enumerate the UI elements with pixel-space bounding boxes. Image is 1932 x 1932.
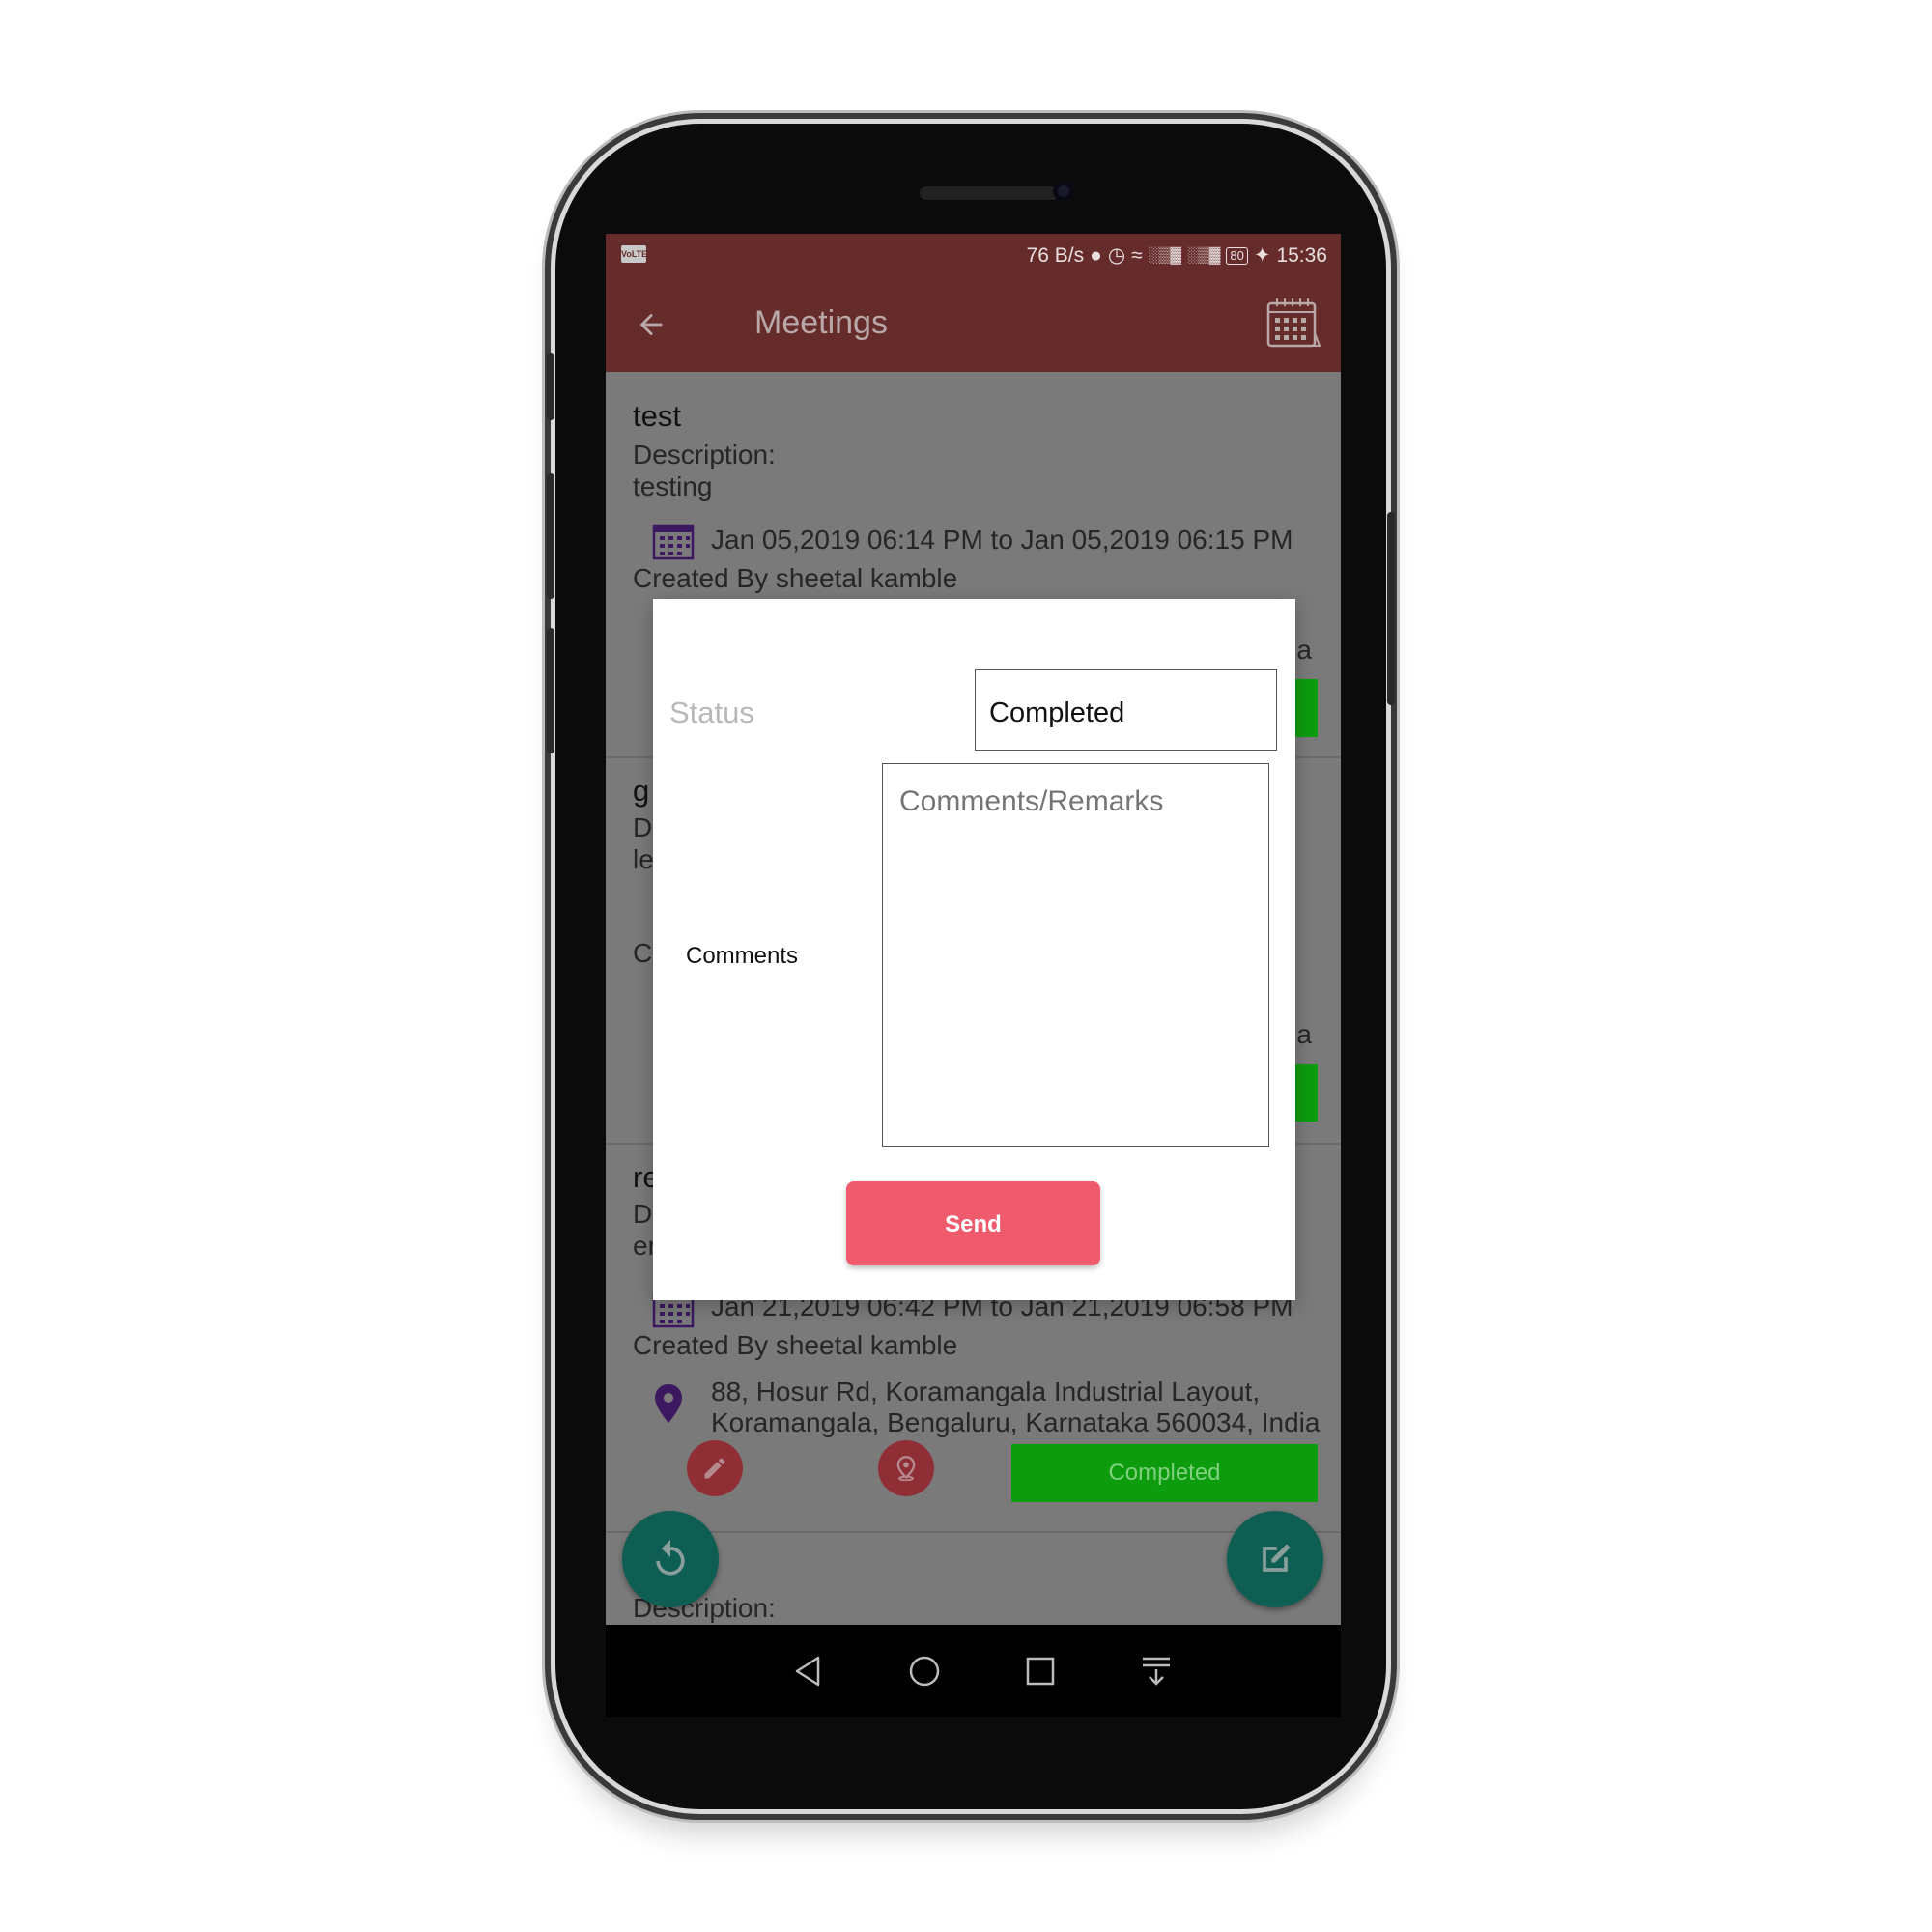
- refresh-icon: [656, 1539, 685, 1576]
- status-bar: VoLTE 76 B/s ● ◷ ≈ ░▒▓ ░▒▓ 80 ✦ 15:36: [606, 234, 1341, 275]
- signal-icon: ░▒▓: [1187, 246, 1221, 264]
- nav-notifications-icon[interactable]: [1137, 1652, 1176, 1690]
- created-by: C: [633, 938, 653, 968]
- wifi-icon: ≈: [1131, 243, 1143, 267]
- meeting-date-range: Jan 05,2019 06:14 PM to Jan 05,2019 06:1…: [711, 525, 1293, 554]
- created-by: Created By sheetal kamble: [633, 1330, 958, 1360]
- address-partial: a: [1296, 1019, 1312, 1049]
- description-label: Description:: [633, 440, 776, 469]
- address-partial: a: [1296, 635, 1312, 665]
- refresh-button[interactable]: [622, 1511, 719, 1607]
- phone-side-button: [1387, 512, 1395, 705]
- page-title: Meetings: [754, 304, 888, 341]
- status-label: Status: [669, 696, 754, 729]
- send-button[interactable]: Send: [846, 1181, 1100, 1265]
- nav-recents-icon[interactable]: [1021, 1652, 1060, 1690]
- net-speed: 76 B/s: [1026, 243, 1085, 267]
- arrow-left-icon[interactable]: [635, 308, 668, 341]
- description-value: testing: [633, 471, 713, 501]
- created-by: Created By sheetal kamble: [633, 563, 958, 593]
- compose-button[interactable]: [1227, 1511, 1323, 1607]
- location-pin-icon: [896, 1456, 916, 1482]
- comments-label: Comments: [686, 943, 799, 969]
- system-nav-bar: [606, 1625, 1341, 1717]
- volte-icon: VoLTE: [621, 245, 647, 263]
- phone-camera: [1053, 181, 1074, 202]
- clock: 15:36: [1276, 243, 1327, 267]
- phone-side-button: [547, 473, 554, 599]
- description-label: D: [633, 812, 653, 842]
- alarm-icon: ◷: [1107, 244, 1126, 267]
- battery-icon: 80: [1226, 246, 1248, 265]
- description-label: D: [633, 1199, 653, 1229]
- location-button[interactable]: [878, 1440, 934, 1496]
- nav-home-icon[interactable]: [905, 1652, 944, 1690]
- address-line: Koramangala, Bengaluru, Karnataka 560034…: [711, 1407, 1321, 1437]
- status-dropdown[interactable]: Completed: [975, 669, 1277, 751]
- phone-side-button: [547, 628, 554, 753]
- edit-button[interactable]: [687, 1440, 743, 1496]
- location-pin-icon: [655, 1384, 682, 1423]
- app-bar: Meetings: [606, 275, 1341, 372]
- meeting-title: test: [633, 399, 681, 433]
- location-icon: ●: [1090, 243, 1102, 267]
- address-line: 88, Hosur Rd, Koramangala Industrial Lay…: [711, 1377, 1261, 1406]
- calendar-icon: [652, 524, 695, 560]
- phone-side-button: [547, 353, 554, 420]
- battery-saver-icon: ✦: [1253, 244, 1271, 267]
- edit-note-icon: [1263, 1544, 1291, 1572]
- description-value: le: [633, 844, 654, 874]
- status-update-dialog: Status Completed Comments Send: [653, 599, 1295, 1300]
- nav-back-icon[interactable]: [789, 1652, 828, 1690]
- meeting-title: g: [633, 774, 650, 808]
- phone-speaker: [920, 186, 1060, 200]
- pencil-icon: [704, 1458, 725, 1479]
- calendar-icon[interactable]: [1265, 295, 1321, 351]
- status-button[interactable]: Completed: [1011, 1444, 1318, 1502]
- signal-icon: ░▒▓: [1148, 246, 1182, 264]
- comments-input[interactable]: [882, 763, 1269, 1147]
